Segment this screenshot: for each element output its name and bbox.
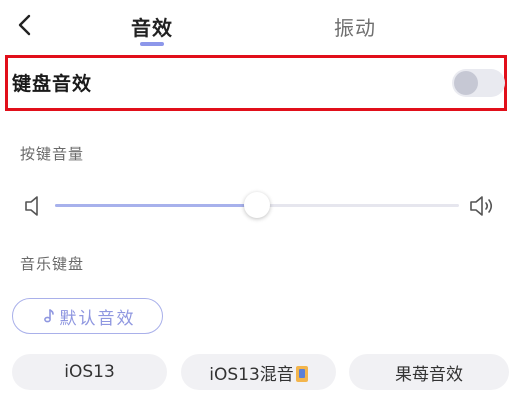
keyboard-sound-label: 键盘音效 xyxy=(12,73,93,95)
key-volume-label: 按键音量 xyxy=(20,145,85,163)
chip-ios13[interactable]: iOS13 xyxy=(12,354,167,390)
back-button[interactable] xyxy=(12,10,42,40)
tab-vibration[interactable]: 振动 xyxy=(334,12,376,41)
chip-ios13-label: iOS13 xyxy=(64,362,115,382)
keyboard-sound-toggle[interactable] xyxy=(452,69,505,97)
chip-ios13-mix-label: iOS13混音 xyxy=(209,364,294,385)
volume-high-icon xyxy=(470,196,493,216)
default-sound-chip[interactable]: 默认音效 xyxy=(12,298,163,334)
chip-fruit-sound-label: 果苺音效 xyxy=(395,364,463,385)
active-tab-indicator xyxy=(140,42,164,46)
music-keyboard-label: 音乐键盘 xyxy=(20,255,85,273)
volume-slider-fill xyxy=(55,204,257,207)
volume-low-icon xyxy=(25,196,38,216)
toggle-knob xyxy=(454,71,478,95)
volume-slider-thumb[interactable] xyxy=(244,192,270,218)
phone-emoji-icon xyxy=(295,366,308,382)
default-sound-chip-label: 默认音效 xyxy=(59,308,136,329)
back-arrow-icon xyxy=(18,14,31,36)
music-note-icon xyxy=(43,309,54,323)
tab-sound-effects[interactable]: 音效 xyxy=(131,12,173,41)
chip-fruit-sound[interactable]: 果苺音效 xyxy=(349,354,509,390)
chip-ios13-mix[interactable]: iOS13混音 xyxy=(181,354,336,390)
